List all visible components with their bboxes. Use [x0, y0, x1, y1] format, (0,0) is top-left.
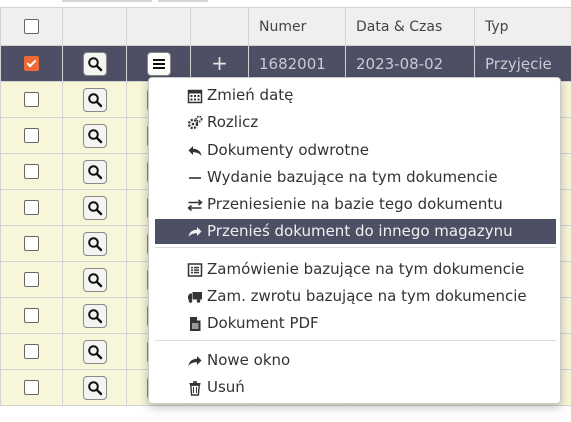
menu-item-label: Dokument PDF — [207, 314, 319, 332]
context-menu: Zmień datę Rozlicz Dokumenty odwrotne Wydan… — [148, 77, 561, 404]
select-all-cell — [0, 7, 63, 46]
menu-item-label: Rozlicz — [207, 113, 259, 131]
header-data-czas[interactable]: Data & Czas — [345, 7, 475, 46]
search-icon[interactable] — [82, 267, 107, 292]
transfer-icon — [187, 196, 203, 212]
file-icon — [187, 315, 203, 331]
menu-item-label: Dokumenty odwrotne — [207, 141, 369, 159]
tab-stub — [158, 0, 208, 2]
row-preview-cell — [62, 297, 127, 334]
row-checkbox[interactable] — [24, 236, 39, 251]
search-icon[interactable] — [82, 159, 107, 184]
row-preview-cell — [62, 189, 127, 226]
menu-item[interactable]: Nowe okno — [155, 348, 556, 373]
row-preview-cell — [62, 369, 127, 406]
menu-item-label: Zam. zwrotu bazujące na tym dokumencie — [207, 287, 527, 305]
row-checkbox[interactable] — [24, 272, 39, 287]
calendar-icon — [187, 87, 203, 104]
top-strip — [0, 0, 571, 4]
menu-item[interactable]: Rozlicz — [155, 110, 556, 135]
menu-item-label: Nowe okno — [207, 351, 291, 369]
row-preview-cell — [62, 261, 127, 298]
header-empty — [190, 7, 249, 46]
menu-item-label: Wydanie bazujące na tym dokumencie — [207, 168, 498, 186]
menu-item[interactable]: Zam. zwrotu bazujące na tym dokumencie — [155, 284, 556, 309]
search-icon[interactable] — [82, 231, 107, 256]
menu-item[interactable]: Usuń — [155, 375, 556, 400]
row-checkbox[interactable] — [24, 56, 39, 71]
reply-icon — [187, 142, 203, 158]
row-preview-cell — [62, 225, 127, 262]
share-icon — [187, 223, 203, 239]
menu-item-label: Zamówienie bazujące na tym dokumencie — [207, 260, 525, 278]
row-select-cell — [0, 153, 63, 190]
menu-item[interactable]: Dokument PDF — [155, 311, 556, 336]
row-preview-cell — [62, 153, 127, 190]
header-empty — [62, 7, 127, 46]
search-icon[interactable] — [82, 51, 107, 76]
row-select-cell — [0, 333, 63, 370]
row-select-cell — [0, 261, 63, 298]
row-preview-cell — [62, 81, 127, 118]
menu-item-label: Przenieś dokument do innego magazynu — [207, 222, 513, 240]
share-icon — [187, 352, 203, 368]
row-select-cell — [0, 117, 63, 154]
menu-item-label: Zmień datę — [207, 86, 294, 104]
menu-item[interactable]: Przenieś dokument do innego magazynu — [155, 219, 556, 244]
row-checkbox[interactable] — [24, 200, 39, 215]
search-icon[interactable] — [82, 87, 107, 112]
row-select-cell — [0, 369, 63, 406]
row-checkbox[interactable] — [24, 128, 39, 143]
menu-item[interactable]: Przeniesienie na bazie tego dokumentu — [155, 192, 556, 217]
row-preview-cell — [62, 45, 127, 82]
header-numer[interactable]: Numer — [248, 7, 346, 46]
row-checkbox[interactable] — [24, 380, 39, 395]
header-empty — [126, 7, 191, 46]
row-select-cell — [0, 45, 63, 82]
row-preview-cell — [62, 117, 127, 154]
table-header: Numer Data & Czas Typ — [0, 7, 571, 46]
search-icon[interactable] — [82, 375, 107, 400]
menu-separator — [155, 247, 556, 248]
row-preview-cell — [62, 333, 127, 370]
row-checkbox[interactable] — [24, 344, 39, 359]
menu-item[interactable]: Zmień datę — [155, 83, 556, 108]
header-typ[interactable]: Typ — [474, 7, 571, 46]
hamburger-icon[interactable] — [146, 51, 171, 76]
trash-icon — [187, 379, 203, 396]
row-checkbox[interactable] — [24, 308, 39, 323]
search-icon[interactable] — [82, 195, 107, 220]
row-checkbox[interactable] — [24, 164, 39, 179]
menu-item-label: Przeniesienie na bazie tego dokumentu — [207, 195, 503, 213]
row-select-cell — [0, 225, 63, 262]
row-select-cell — [0, 297, 63, 334]
select-all-checkbox[interactable] — [24, 19, 39, 34]
plus-icon[interactable]: + — [211, 53, 228, 73]
minus-icon — [187, 169, 203, 185]
menu-separator — [155, 340, 556, 341]
search-icon[interactable] — [82, 339, 107, 364]
menu-item[interactable]: Wydanie bazujące na tym dokumencie — [155, 165, 556, 190]
gears-icon — [187, 114, 203, 130]
truck-icon — [187, 288, 203, 304]
menu-item[interactable]: Zamówienie bazujące na tym dokumencie — [155, 257, 556, 282]
row-select-cell — [0, 189, 63, 226]
tab-stub — [62, 0, 152, 2]
row-select-cell — [0, 81, 63, 118]
menu-item[interactable]: Dokumenty odwrotne — [155, 138, 556, 163]
search-icon[interactable] — [82, 123, 107, 148]
list-alt-icon — [187, 261, 203, 277]
search-icon[interactable] — [82, 303, 107, 328]
row-checkbox[interactable] — [24, 92, 39, 107]
menu-item-label: Usuń — [207, 378, 245, 396]
